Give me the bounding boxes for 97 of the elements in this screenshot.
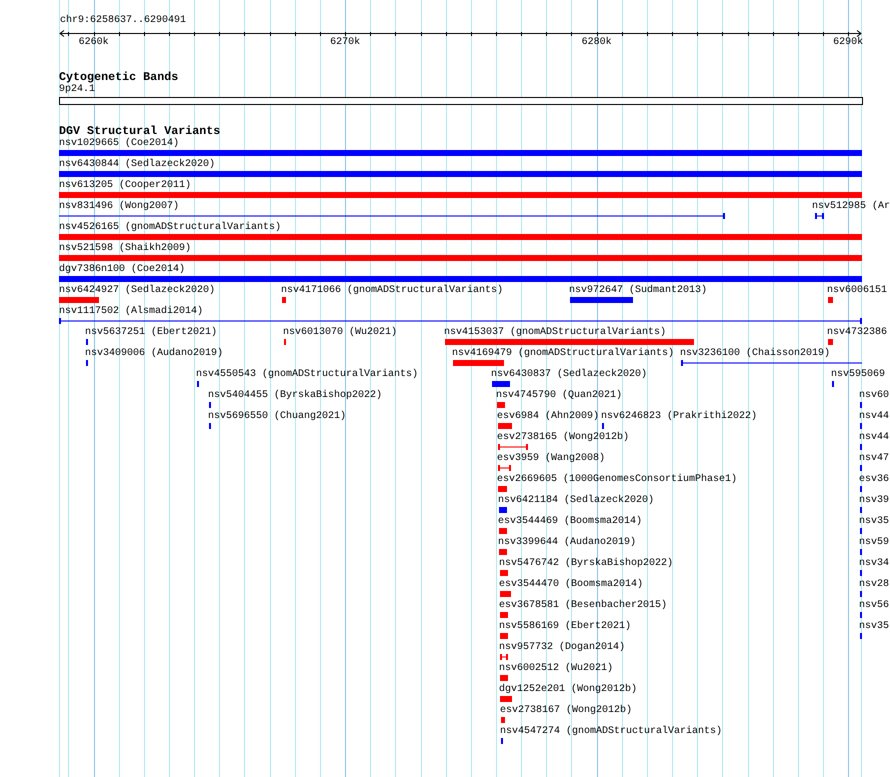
variant-bar[interactable] [59, 255, 862, 261]
variant-label[interactable]: nsv4153037 (gnomADStructuralVariants) [444, 327, 666, 339]
variant-label[interactable]: nsv6421184 (Sedlazeck2020) [498, 495, 654, 507]
variant-label[interactable]: nsv4550543 (gnomADStructuralVariants) [196, 369, 418, 381]
variant-label[interactable]: nsv5476742 (ByrskaBishop2022) [499, 558, 674, 570]
variant-bar[interactable] [492, 381, 510, 387]
variant-bar[interactable] [501, 717, 505, 723]
location-label: chr9:6258637..6290491 [60, 15, 186, 27]
tick-label: 6260k [78, 37, 109, 49]
variant-label[interactable]: nsv4745790 (Quan2021) [496, 390, 622, 402]
variant-label[interactable]: dgv7386n100 (Coe2014) [59, 264, 186, 276]
band-label: 9p24.1 [59, 84, 96, 96]
variant-label[interactable]: nsv59 [859, 537, 890, 549]
tick-label: 6270k [330, 37, 360, 49]
variant-span[interactable] [59, 213, 725, 219]
variant-label[interactable]: esv2738167 (Wong2012b) [500, 705, 632, 717]
variant-label[interactable]: nsv6006151 [827, 285, 888, 297]
variant-label[interactable]: nsv6424927 (Sedlazeck2020) [59, 285, 216, 297]
variant-span[interactable] [500, 654, 508, 660]
variant-label[interactable]: nsv35 [859, 621, 890, 633]
variant-label[interactable]: nsv6002512 (Wu2021) [499, 663, 614, 675]
variant-label[interactable]: nsv957732 (Dogan2014) [499, 642, 626, 654]
variant-label[interactable]: esv3544470 (Boomsma2014) [499, 579, 644, 591]
variant-bar[interactable] [500, 696, 512, 702]
variant-label[interactable]: nsv60 [859, 390, 890, 402]
variant-label[interactable]: nsv35 [859, 516, 890, 528]
variant-label[interactable]: nsv972647 (Sudmant2013) [569, 285, 708, 297]
variant-label[interactable]: nsv39 [859, 495, 890, 507]
variant-label[interactable]: nsv6430837 (Sedlazeck2020) [491, 369, 648, 381]
variant-label[interactable]: nsv5696550 (Chuang2021) [208, 411, 346, 423]
variant-bar[interactable] [59, 171, 862, 177]
variant-label[interactable]: esv2738165 (Wong2012b) [497, 432, 630, 444]
variant-label[interactable]: nsv6013070 (Wu2021) [283, 327, 398, 339]
variant-label[interactable]: nsv5637251 (Ebert2021) [85, 327, 218, 339]
variant-bar[interactable] [500, 612, 508, 618]
variant-label[interactable]: nsv47 [859, 453, 890, 465]
tick-label: 6290k [833, 37, 864, 49]
variant-label[interactable]: nsv44 [859, 432, 890, 444]
variant-label[interactable]: esv3544469 (Boomsma2014) [498, 516, 642, 528]
variant-label[interactable]: nsv595069 [831, 369, 886, 381]
variant-label[interactable]: nsv6246823 (Prakrithi2022) [601, 411, 758, 423]
variant-bar[interactable] [282, 297, 286, 303]
variant-label[interactable]: nsv4171066 (gnomADStructuralVariants) [281, 285, 504, 297]
variant-bar[interactable] [59, 297, 99, 303]
variant-label[interactable]: nsv3236100 (Chaisson2019) [680, 348, 830, 360]
variant-label[interactable]: nsv56 [859, 600, 890, 612]
variant-label[interactable]: nsv34 [859, 558, 890, 570]
variant-bar[interactable] [497, 402, 505, 408]
variant-span[interactable] [815, 213, 824, 219]
variant-bar[interactable] [59, 192, 862, 198]
variant-label[interactable]: nsv4547274 (gnomADStructuralVariants) [500, 726, 722, 738]
tick-label: 6280k [582, 37, 612, 49]
variant-label[interactable]: dgv1252e201 (Wong2012b) [499, 684, 638, 696]
variant-label[interactable]: esv36 [859, 474, 890, 486]
variant-bar[interactable] [445, 339, 694, 345]
variant-label[interactable]: nsv1029665 (Coe2014) [59, 138, 180, 150]
variant-label[interactable]: esv3959 (Wang2008) [497, 453, 606, 465]
variant-label[interactable]: nsv831496 (Wong2007) [59, 201, 180, 213]
variant-label[interactable]: esv6984 (Ahn2009) [497, 411, 600, 423]
variant-bar[interactable] [828, 297, 833, 303]
variant-span[interactable] [59, 318, 862, 324]
variant-label[interactable]: nsv5586169 (Ebert2021) [499, 621, 632, 633]
variant-label[interactable]: nsv3409006 (Audano2019) [85, 348, 224, 360]
variant-bar[interactable] [498, 486, 507, 492]
variant-label[interactable]: nsv4526165 (gnomADStructuralVariants) [59, 222, 282, 234]
variant-bar[interactable] [498, 423, 512, 429]
variant-bar[interactable] [59, 150, 862, 156]
variant-bar[interactable] [500, 570, 508, 576]
variant-label[interactable]: nsv44 [859, 411, 890, 423]
track-title: Cytogenetic Bands [59, 71, 178, 83]
variant-label[interactable]: esv3678581 (Besenbacher2015) [499, 600, 668, 612]
variant-label[interactable]: nsv5404455 (ByrskaBishop2022) [208, 390, 382, 402]
variant-label[interactable]: nsv512985 (Ar [812, 201, 890, 213]
variant-bar[interactable] [570, 297, 633, 303]
variant-label[interactable]: nsv1117502 (Alsmadi2014) [59, 306, 204, 318]
variant-bar[interactable] [500, 591, 511, 597]
variant-bar[interactable] [500, 675, 508, 681]
variant-span[interactable] [498, 465, 511, 471]
variant-bar[interactable] [500, 633, 508, 639]
variant-label[interactable]: esv2669605 (1000GenomesConsortiumPhase1) [497, 474, 738, 486]
variant-span[interactable] [498, 444, 528, 450]
variant-bar[interactable] [828, 339, 833, 345]
variant-bar[interactable] [59, 234, 862, 240]
variant-label[interactable]: nsv4732386 [827, 327, 888, 339]
track-title: DGV Structural Variants [59, 125, 220, 137]
variant-label[interactable]: nsv6430844 (Sedlazeck2020) [59, 159, 216, 171]
variant-bar[interactable] [499, 549, 507, 555]
variant-label[interactable]: nsv28 [859, 579, 890, 591]
variant-label[interactable]: nsv3399644 (Audano2019) [498, 537, 636, 549]
variant-span[interactable] [681, 360, 862, 366]
variant-bar[interactable] [499, 528, 507, 534]
variant-label[interactable]: nsv613205 (Cooper2011) [59, 180, 192, 192]
variant-bar[interactable] [453, 360, 504, 366]
variant-bar[interactable] [59, 276, 862, 282]
variant-label[interactable]: nsv4169479 (gnomADStructuralVariants) [452, 348, 674, 360]
variant-bar[interactable] [499, 507, 507, 513]
variant-label[interactable]: nsv521598 (Shaikh2009) [59, 243, 192, 255]
